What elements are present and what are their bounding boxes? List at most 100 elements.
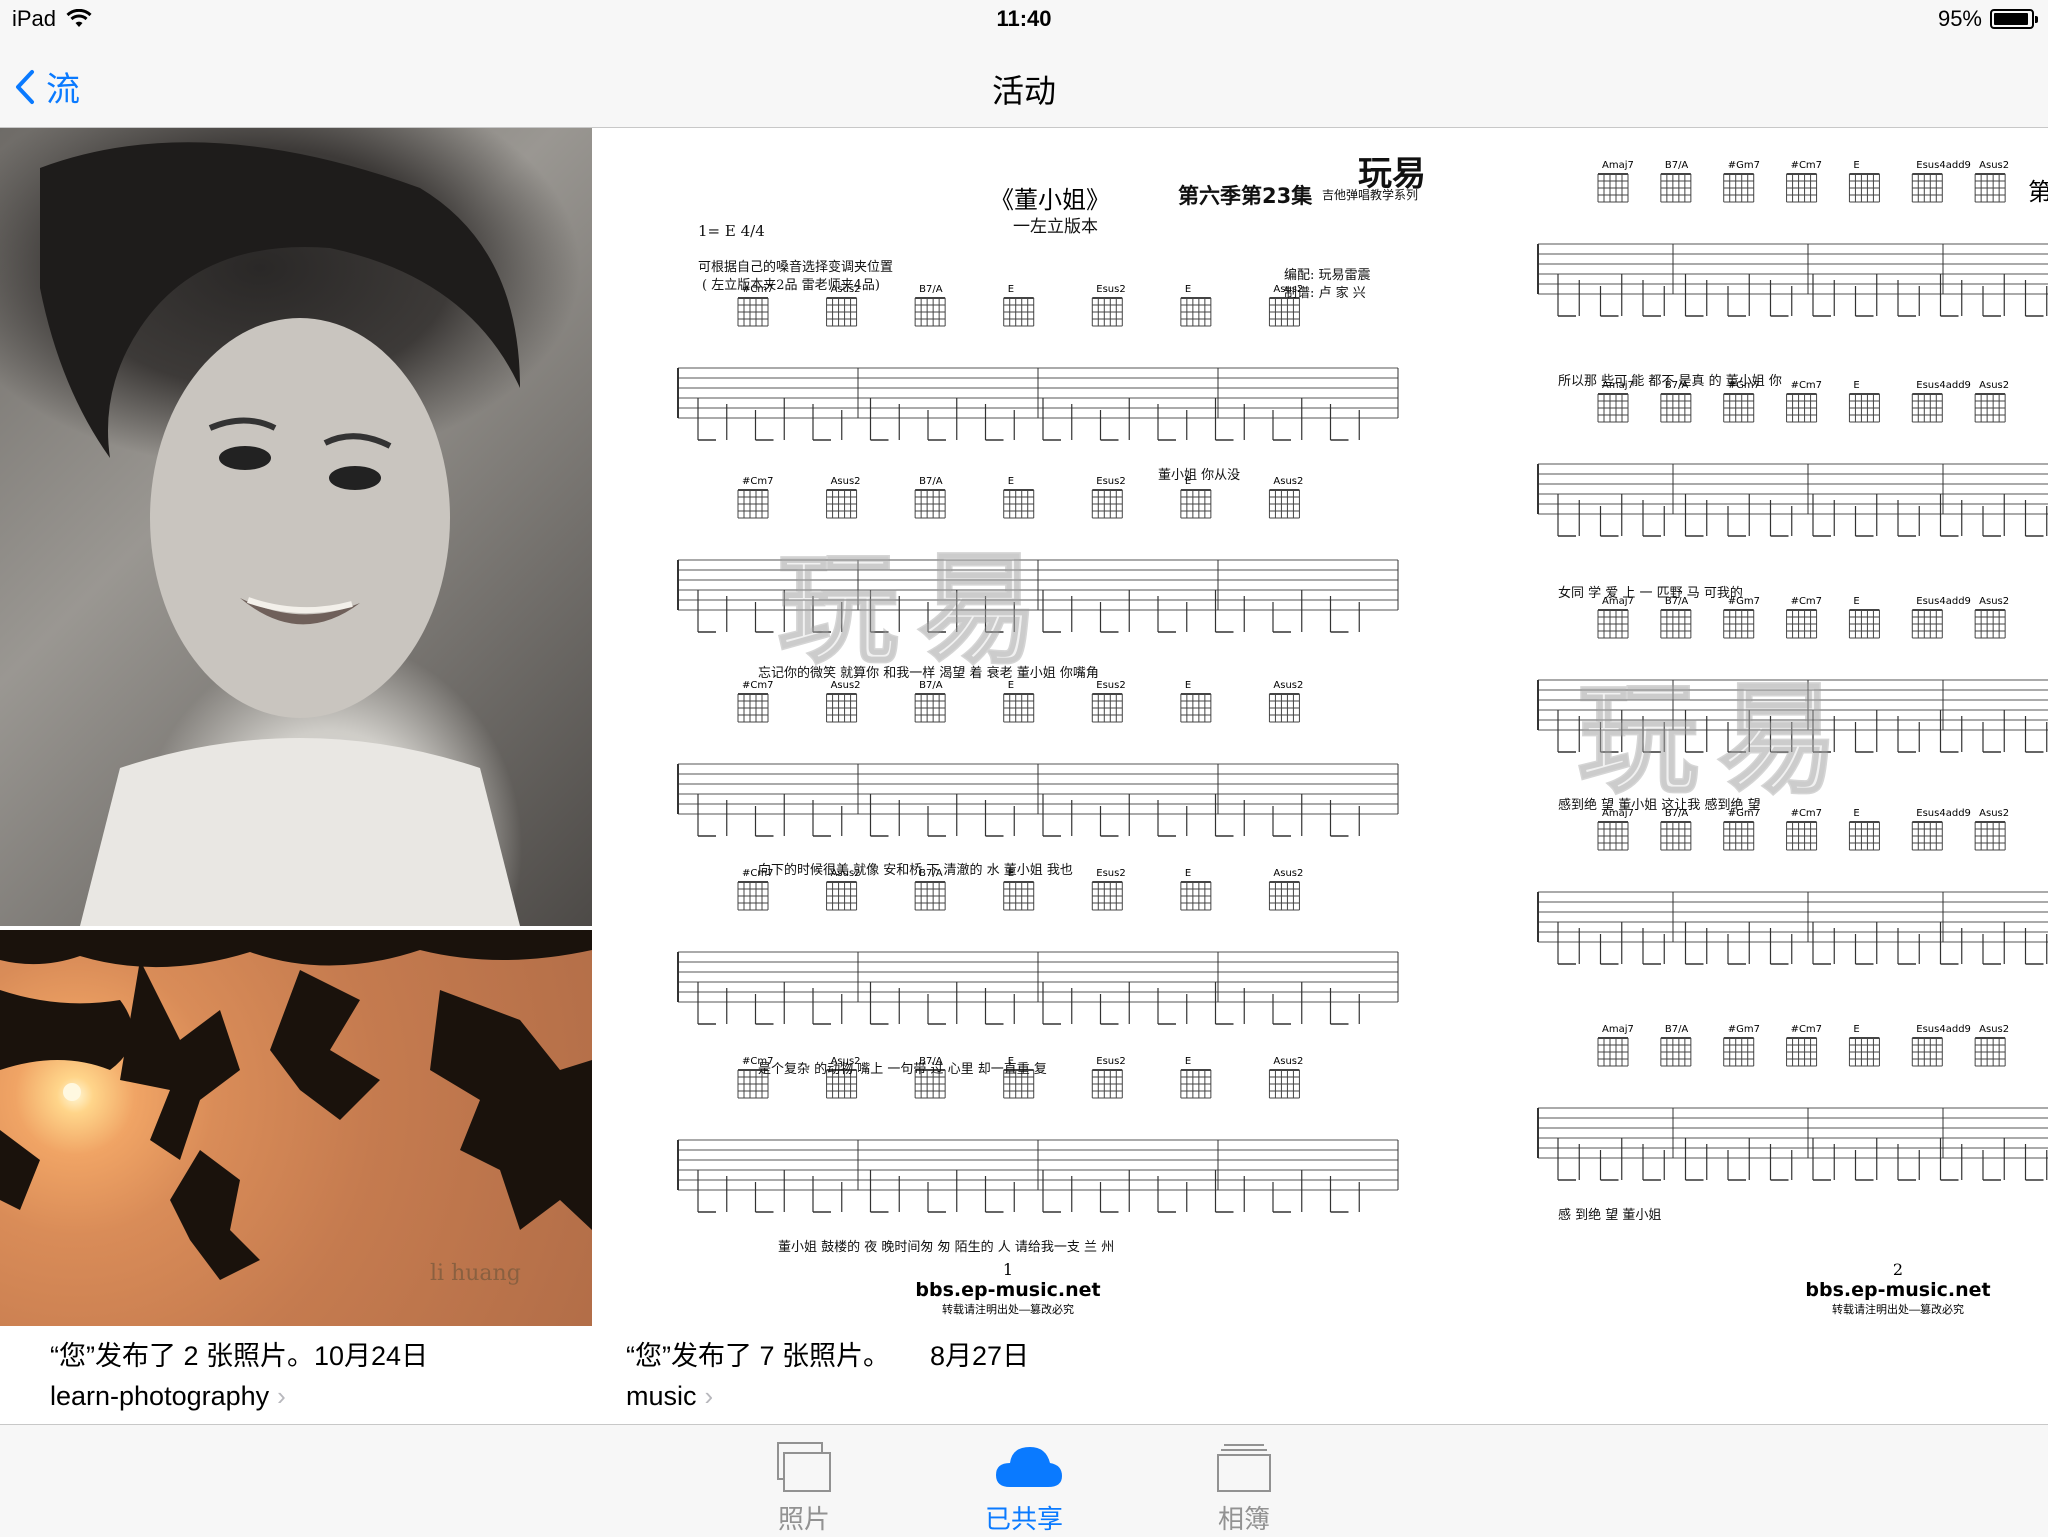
svg-text:Asus2: Asus2 — [1979, 380, 2009, 391]
svg-text:Asus2: Asus2 — [1273, 1056, 1303, 1067]
chord-diagram: Amaj7 — [1597, 1024, 1634, 1067]
song-subtitle: 一左立版本 — [1013, 217, 1098, 237]
photo-signature: li huang — [430, 1261, 521, 1286]
lyric-line-5: 董小姐 鼓楼的 夜 晚时间匆 匆 陌生的 人 请给我一支 兰 州 — [778, 1240, 1115, 1255]
battery-percent: 95% — [1937, 6, 1982, 31]
album-name: learn-photography — [50, 1381, 270, 1411]
status-right: 95% — [1937, 6, 2038, 32]
svg-text:#Cm7: #Cm7 — [1791, 596, 1822, 607]
key-signature: 1= E 4/4 — [698, 222, 765, 240]
post-description: “您”发布了 2 张照片。10月24日 — [50, 1341, 429, 1371]
tab-shared[interactable]: 已共享 — [954, 1425, 1094, 1537]
lyric-line-8: 感到绝 望 董小姐 这让我 感到绝 望 — [1558, 798, 1761, 813]
svg-text:#Cm7: #Cm7 — [1791, 160, 1822, 171]
chord-diagram: E — [1180, 1056, 1212, 1099]
footnote-2: 转载请注明出处—篡改必究 — [1832, 1304, 1964, 1316]
chord-diagram: #Cm7 — [737, 476, 773, 519]
svg-text:Esus2: Esus2 — [1096, 284, 1125, 295]
site-url-2: bbs.ep-music.net — [1805, 1279, 1991, 1301]
svg-text:Asus2: Asus2 — [1273, 476, 1303, 487]
tab-label: 照片 — [777, 1504, 830, 1534]
lyric-line-6: 所以那 些可 能 都不 是真 的 董小姐 你 — [1558, 374, 1782, 389]
tab-label: 已共享 — [984, 1504, 1063, 1534]
chord-diagram: Amaj7 — [1597, 160, 1634, 203]
svg-text:E: E — [1008, 476, 1014, 487]
chord-diagram: Asus2 — [1974, 808, 2009, 851]
portrait-drawing — [40, 142, 520, 926]
chord-diagram: B7/A — [914, 680, 946, 723]
svg-text:Amaj7: Amaj7 — [1602, 160, 1634, 171]
svg-text:B7/A: B7/A — [1665, 1024, 1689, 1035]
svg-text:E: E — [1853, 160, 1859, 171]
svg-text:E: E — [1185, 868, 1191, 879]
sheet-music-page-2[interactable]: Amaj7 B7/A #Gm7 #Cm7 E Esus4add9 Asus2 Amaj7 B7/… — [1478, 132, 2048, 1326]
sheet-music-page-1[interactable]: #Cm7 Asus2 B7/A E Esus2 E Asus2 #Cm7 Asus2 B7/A E E… — [618, 132, 1468, 1326]
chord-diagram: #Cm7 — [1786, 380, 1822, 423]
chord-diagram: Asus2 — [826, 680, 861, 723]
transcriber: 制谱: 卢 家 兴 — [1284, 286, 1366, 301]
post-date: 8月27日 — [930, 1341, 1030, 1371]
chord-diagram: E — [1003, 680, 1035, 723]
chord-diagram: #Cm7 — [1786, 160, 1822, 203]
arranger: 编配: 玩易雷震 — [1284, 268, 1371, 283]
chord-diagram: B7/A — [1660, 596, 1692, 639]
portrait-photo[interactable] — [0, 128, 592, 926]
tab-albums[interactable]: 相簿 — [1174, 1425, 1314, 1537]
sheet-1-footer: 1 bbs.ep-music.net 转载请注明出处—篡改必究 — [878, 1260, 1138, 1317]
album-link[interactable]: learn-photography › — [50, 1381, 428, 1412]
watermark: 玩易 — [777, 542, 1058, 679]
sunset-drawing: li huang — [0, 930, 592, 1286]
sheet-2-title-fragment: 第 — [2028, 178, 2048, 206]
status-time: 11:40 — [996, 6, 1052, 31]
chord-diagram: E — [1848, 160, 1880, 203]
svg-text:E: E — [1853, 1024, 1859, 1035]
page-number: 1 — [1002, 1260, 1014, 1279]
page-title: 活动 — [991, 73, 1056, 109]
chord-diagram: Asus2 — [1974, 1024, 2009, 1067]
tab-bar: 照片 已共享 相簿 — [0, 1424, 2048, 1536]
sheet-2-footer: 2 bbs.ep-music.net 转载请注明出处—篡改必究 — [1788, 1260, 2008, 1317]
svg-text:#Gm7: #Gm7 — [1728, 1024, 1760, 1035]
svg-text:Asus2: Asus2 — [1979, 808, 2009, 819]
lyric-line-7: 女同 学 爱 上 一 匹野 马 可我的 — [1558, 586, 1743, 601]
svg-text:#Cm7: #Cm7 — [742, 476, 773, 487]
lyric-line-4: 是个复杂 的动物 嘴上 一句带 过 心里 却一直重 复 — [758, 1062, 1047, 1077]
svg-text:Esus2: Esus2 — [1096, 1056, 1125, 1067]
chord-diagram: Asus2 — [1974, 160, 2009, 203]
chord-diagram: B7/A — [1660, 160, 1692, 203]
post-caption-2: “您”发布了 7 张照片。 8月27日 music › — [626, 1334, 1029, 1412]
lyric-line-2: 忘记你的微笑 就算你 和我一样 渴望 着 衰老 董小姐 你嘴角 — [758, 666, 1099, 681]
cloud-icon — [996, 1447, 1062, 1487]
svg-text:B7/A: B7/A — [1665, 160, 1689, 171]
chord-diagram: Amaj7 — [1597, 596, 1634, 639]
svg-text:Asus2: Asus2 — [1273, 868, 1303, 879]
song-title: 《董小姐》 — [990, 186, 1110, 214]
chord-diagram: Asus2 — [1974, 596, 2009, 639]
tab-photos[interactable]: 照片 — [734, 1425, 874, 1537]
svg-text:Asus2: Asus2 — [1979, 1024, 2009, 1035]
chord-diagram: B7/A — [1660, 1024, 1692, 1067]
chord-diagram: Esus2 — [1091, 868, 1126, 911]
sunset-photo[interactable]: li huang — [0, 930, 592, 1326]
svg-text:Esus4add9: Esus4add9 — [1916, 808, 1971, 819]
svg-text:E: E — [1853, 380, 1859, 391]
svg-text:Asus2: Asus2 — [1273, 680, 1303, 691]
post-description: “您”发布了 7 张照片。 8月27日 — [626, 1334, 1029, 1373]
page-number-2: 2 — [1892, 1260, 1904, 1279]
navigation-bar: 流 活动 — [0, 40, 2048, 128]
svg-text:#Cm7: #Cm7 — [742, 680, 773, 691]
chord-diagram: Esus4add9 — [1911, 596, 1971, 639]
post-caption-1: “您”发布了 2 张照片。10月24日 learn-photography › — [50, 1334, 428, 1412]
svg-text:Asus2: Asus2 — [831, 476, 861, 487]
chord-diagram: Esus4add9 — [1911, 160, 1971, 203]
chord-diagram: Esus4add9 — [1911, 1024, 1971, 1067]
chord-diagram: #Gm7 — [1723, 160, 1760, 203]
svg-text:Esus4add9: Esus4add9 — [1916, 160, 1971, 171]
album-link[interactable]: music › — [626, 1381, 1029, 1412]
svg-text:Amaj7: Amaj7 — [1602, 1024, 1634, 1035]
chord-diagram: Asus2 — [1268, 868, 1303, 911]
chevron-right-icon: › — [704, 1381, 714, 1411]
capo-note: 可根据自己的嗓音选择变调夹位置 — [698, 260, 894, 275]
photos-icon — [777, 1442, 831, 1492]
watermark-2: 玩易 — [1577, 672, 1858, 809]
